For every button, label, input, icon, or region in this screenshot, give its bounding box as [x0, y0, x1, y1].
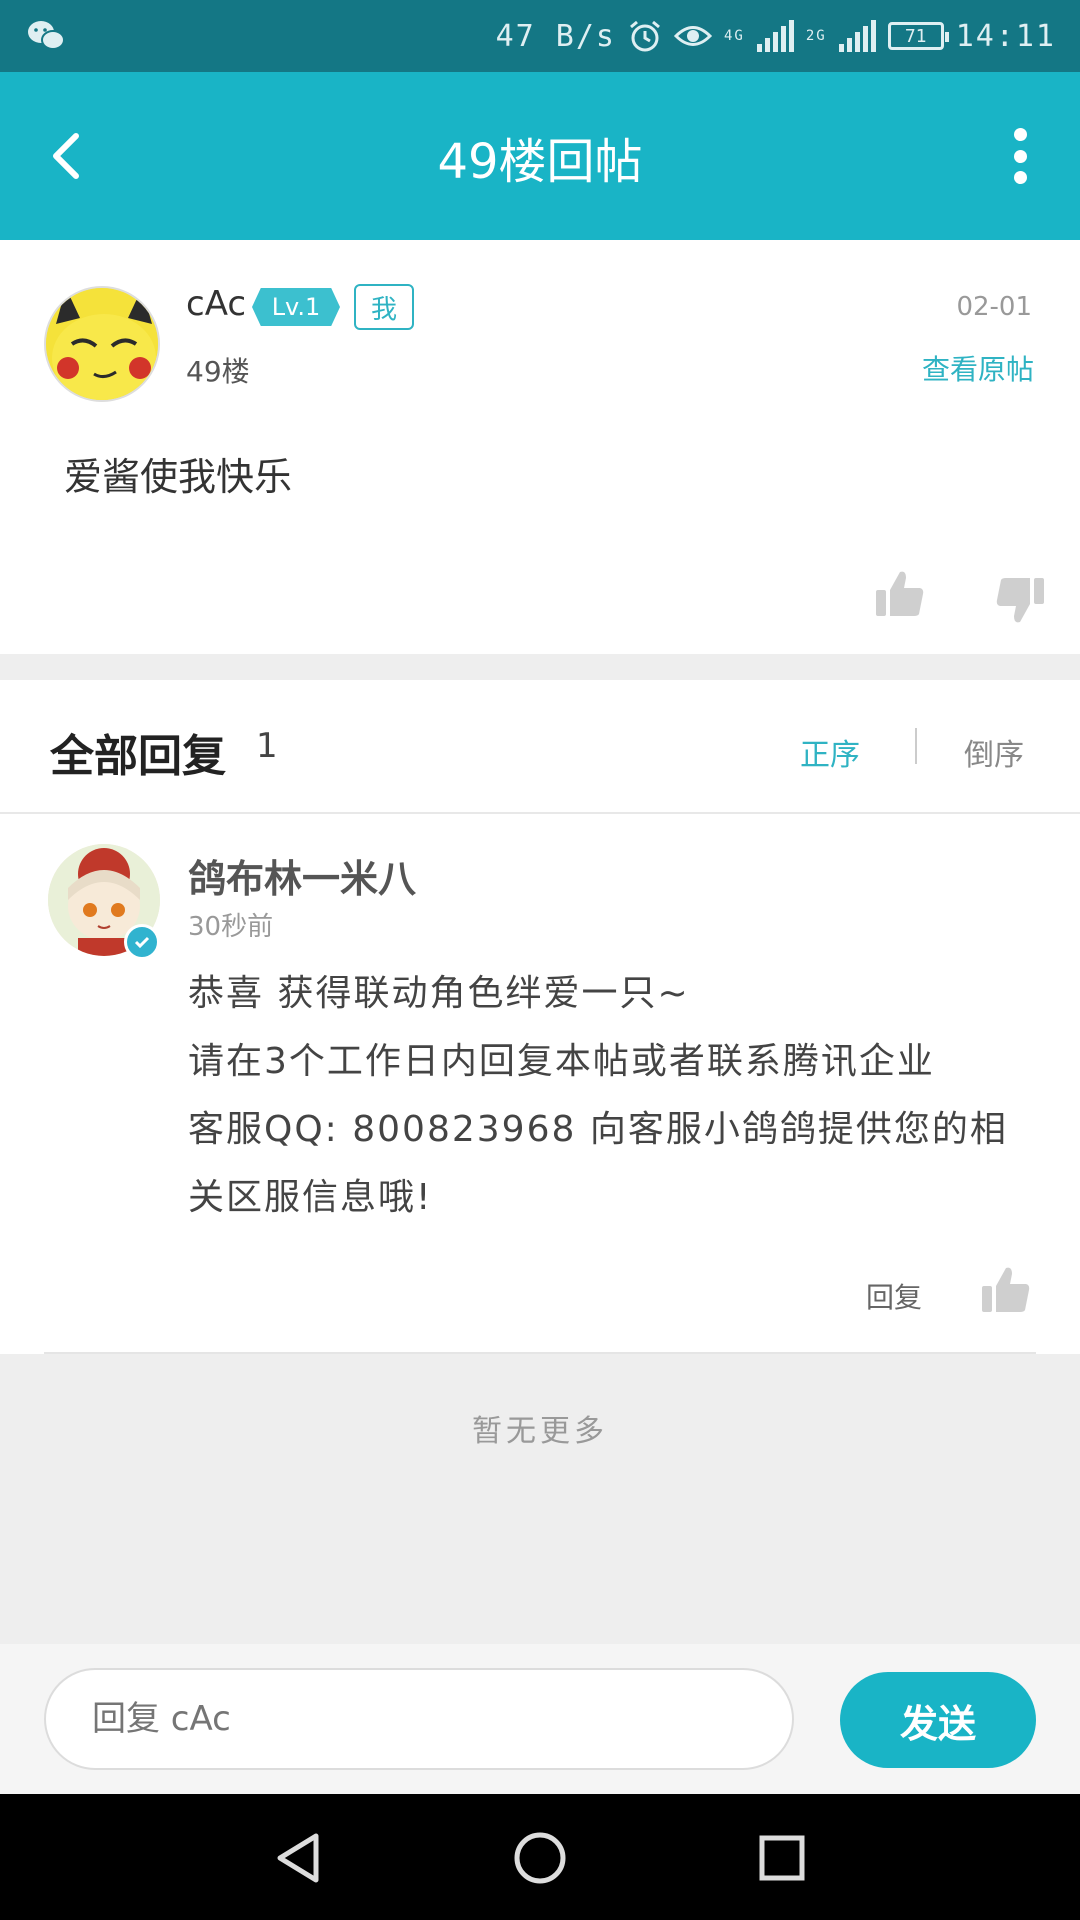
reply-item: 鸽布林一米八 30秒前 恭喜 获得联动角色绊爱一只~ 请在3个工作日内回复本帖或… [0, 814, 1080, 1354]
alarm-icon [630, 20, 660, 52]
system-navigation-bar [0, 1794, 1080, 1920]
verified-badge-icon [124, 924, 160, 960]
clock: 14:11 [955, 18, 1056, 54]
network-type-2: 2G [805, 28, 827, 44]
recents-square-icon[interactable] [754, 1830, 810, 1886]
sort-separator [915, 728, 917, 764]
signal-icon-2 [838, 20, 876, 52]
thumbs-up-icon[interactable] [874, 568, 926, 620]
thumbs-down-icon[interactable] [994, 574, 1046, 626]
signal-icon-1 [756, 20, 794, 52]
no-more-label: 暂无更多 [472, 1414, 608, 1449]
back-triangle-icon[interactable] [270, 1830, 326, 1886]
app-bar: 49楼回帖 [0, 72, 1080, 240]
pikachu-avatar-image [46, 288, 158, 400]
reply-input[interactable] [44, 1668, 794, 1770]
view-original-post-link[interactable]: 查看原帖 [922, 348, 1034, 388]
empty-area: 暂无更多 [0, 1354, 1080, 1644]
status-bar: 47 B/s 4G 2G 71 14:11 [0, 0, 1080, 72]
reply-line: 关区服信息哦! [188, 1177, 433, 1218]
floor-number: 49楼 [186, 355, 250, 388]
reply-line: 恭喜 获得联动角色绊爱一只~ [188, 973, 690, 1014]
reply-button[interactable]: 回复 [866, 1276, 922, 1316]
send-button[interactable]: 发送 [840, 1672, 1036, 1768]
reply-content: 恭喜 获得联动角色绊爱一只~ 请在3个工作日内回复本帖或者联系腾讯企业 客服QQ… [188, 960, 1038, 1232]
poster-avatar[interactable] [44, 286, 160, 402]
more-options-icon[interactable] [1000, 128, 1040, 184]
thumbs-up-icon[interactable] [980, 1264, 1032, 1316]
replier-name[interactable]: 鸽布林一米八 [188, 848, 416, 903]
reply-count: 1 [256, 726, 278, 766]
home-circle-icon[interactable] [512, 1830, 568, 1886]
sort-ascending-tab[interactable]: 正序 [800, 730, 860, 774]
replies-header: 全部回复 1 正序 倒序 [0, 680, 1080, 814]
all-replies-label: 全部回复 [50, 731, 226, 782]
post-content: 爱酱使我快乐 [64, 455, 293, 499]
section-divider [0, 654, 1080, 680]
floor-post: cAc Lv.1 我 49楼 02-01 查看原帖 爱酱使我快乐 [0, 240, 1080, 654]
post-date: 02-01 [956, 292, 1032, 322]
wechat-icon [28, 21, 65, 50]
level-badge: Lv.1 [252, 288, 340, 326]
me-badge: 我 [354, 284, 414, 330]
poster-username[interactable]: cAc [186, 284, 246, 324]
sort-descending-tab[interactable]: 倒序 [964, 730, 1024, 774]
battery-icon: 71 [887, 22, 949, 50]
page-title: 49楼回帖 [437, 134, 643, 190]
reply-composer: 发送 [0, 1644, 1080, 1794]
reply-line: 客服QQ: 800823968 向客服小鸽鸽提供您的相 [188, 1109, 1008, 1150]
network-speed: 47 B/s [495, 18, 616, 54]
reply-time: 30秒前 [188, 912, 274, 942]
network-type-1: 4G [723, 28, 745, 44]
eye-icon [673, 26, 712, 46]
reply-line: 请在3个工作日内回复本帖或者联系腾讯企业 [188, 1041, 935, 1082]
